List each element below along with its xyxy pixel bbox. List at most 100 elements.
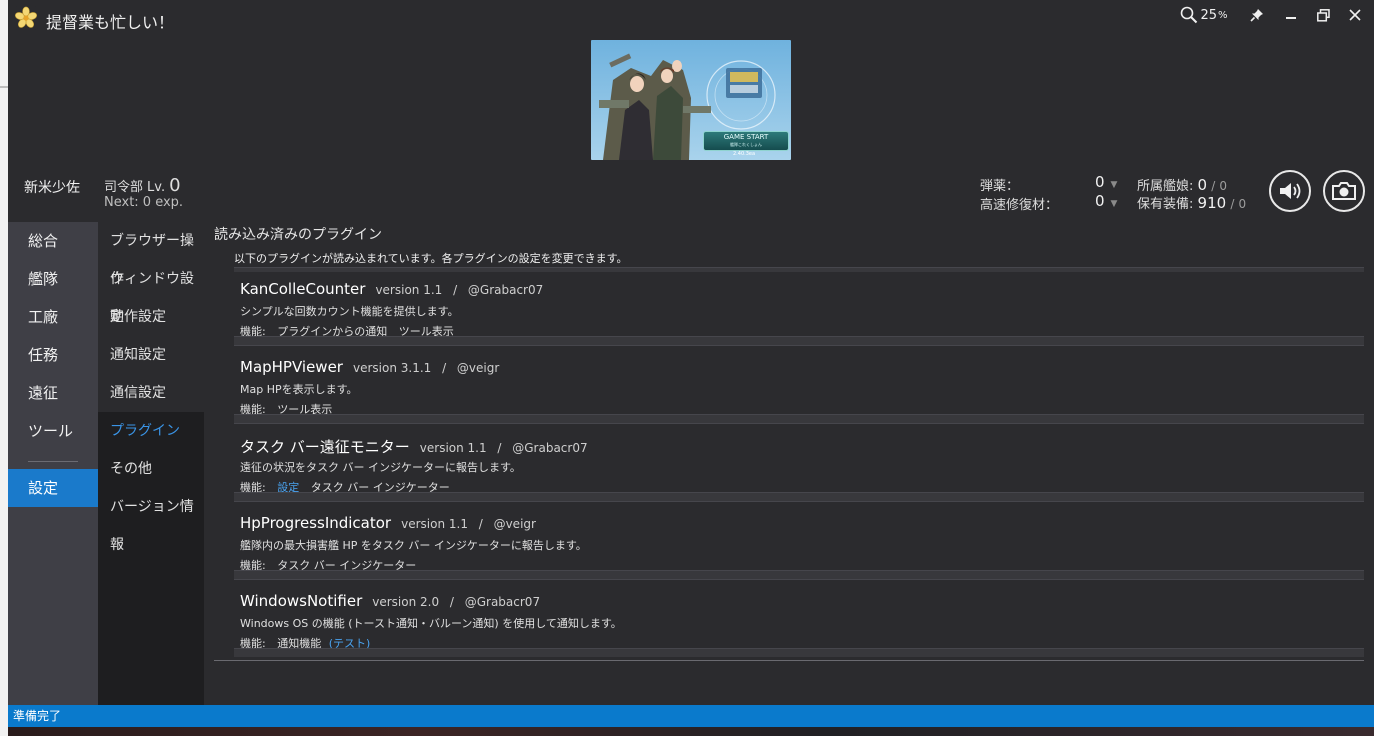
- zoom-control[interactable]: 25 %: [1176, 3, 1232, 27]
- nav-item-expedition[interactable]: 遠征: [8, 374, 98, 412]
- settings-nav-network[interactable]: 通信設定: [98, 374, 204, 412]
- ammo-value: 0: [1095, 173, 1105, 191]
- plugin-author: @Grabacr07: [464, 595, 541, 609]
- plugin-list[interactable]: KanColleCounter version 1.1 / @Grabacr07 …: [234, 267, 1364, 657]
- ships-value: 0: [1197, 176, 1208, 194]
- chevron-down-icon: ▼: [1110, 199, 1118, 209]
- level-value: 0: [169, 175, 181, 196]
- nav-item-tools[interactable]: ツール: [8, 412, 98, 450]
- plugin-title: MapHPViewer version 3.1.1 / @veigr: [240, 358, 499, 376]
- minimize-button[interactable]: [1278, 3, 1304, 27]
- plugin-description: Map HPを表示します。: [240, 383, 358, 396]
- plugin-description: 遠征の状況をタスク バー インジケーターに報告します。: [240, 461, 521, 474]
- plugin-version: version 2.0: [372, 595, 440, 609]
- repair-value: 0: [1095, 192, 1105, 210]
- camera-icon: [1332, 182, 1356, 200]
- settings-nav-plugins[interactable]: プラグイン: [98, 412, 204, 450]
- settings-nav-other[interactable]: その他: [98, 450, 204, 488]
- plugin-sep: /: [453, 283, 458, 297]
- plugin-title: KanColleCounter version 1.1 / @Grabacr07: [240, 280, 543, 298]
- plugin-name: MapHPViewer: [240, 358, 343, 376]
- restore-button[interactable]: [1310, 3, 1336, 27]
- left-edge-strip: [0, 0, 8, 736]
- nav-item-quests[interactable]: 任務: [8, 336, 98, 374]
- ammo-label: 弾薬：: [980, 179, 1020, 194]
- zoom-value: 25: [1200, 7, 1218, 23]
- nav-item-settings[interactable]: 設定: [8, 469, 98, 507]
- settings-nav-version[interactable]: バージョン情報: [98, 488, 204, 553]
- nav-item-fleet[interactable]: 艦隊: [8, 260, 98, 298]
- content-bottom-divider: [214, 660, 1364, 661]
- plugin-title: HpProgressIndicator version 1.1 / @veigr: [240, 514, 536, 532]
- game-start-button[interactable]: GAME START 艦隊これくしょん: [703, 131, 789, 151]
- plugin-name: KanColleCounter: [240, 280, 366, 298]
- pin-icon: [1250, 9, 1263, 22]
- speaker-icon: [1280, 183, 1301, 199]
- equip-label: 保有装備:: [1137, 197, 1194, 212]
- plugin-version: version 3.1.1: [352, 361, 432, 375]
- background-strip: [8, 727, 1374, 736]
- settings-nav-notification[interactable]: 通知設定: [98, 336, 204, 374]
- nav-item-overview[interactable]: 総合: [8, 222, 98, 260]
- repair-label: 高速修復材：: [980, 198, 1059, 213]
- level-label: Lv.: [147, 180, 166, 195]
- plugin-name: HpProgressIndicator: [240, 514, 392, 532]
- plugins-panel: 読み込み済みのプラグイン 以下のプラグインが読み込まれています。各プラグインの設…: [214, 222, 1366, 705]
- equip-value: 910: [1197, 194, 1227, 212]
- equip-max: 0: [1238, 197, 1247, 211]
- game-start-subtitle: 艦隊これくしょん: [730, 142, 762, 147]
- pin-button[interactable]: [1244, 3, 1270, 27]
- plugin-author: @veigr: [493, 517, 536, 531]
- close-button[interactable]: [1342, 3, 1368, 27]
- plugin-title: タスク バー遠征モニター version 1.1 / @Grabacr07: [240, 436, 588, 457]
- plugin-description: Windows OS の機能 (トースト通知・バルーン通知) を使用して通知しま…: [240, 617, 622, 630]
- settings-nav-behavior[interactable]: 動作設定: [98, 298, 204, 336]
- settings-nav-window[interactable]: ウィンドウ設定: [98, 260, 204, 325]
- primary-nav: 総合 艦隊 工廠 任務 遠征 ツール 設定: [8, 222, 98, 705]
- plugin-author: @Grabacr07: [467, 283, 544, 297]
- game-banner[interactable]: GAME START 艦隊これくしょん 2.40.3ea: [591, 40, 791, 160]
- equipment-count: 保有装備: 910 / 0: [1137, 193, 1246, 212]
- section-title: 読み込み済みのプラグイン: [214, 227, 382, 243]
- settings-nav: ブラウザー操作 ウィンドウ設定 動作設定 通知設定 通信設定 プラグイン その他…: [98, 222, 204, 705]
- plugin-sep: /: [497, 441, 502, 455]
- hq-level: 司令部 Lv. 0: [104, 175, 181, 196]
- ammo-value-group[interactable]: 0 ▼: [1095, 173, 1117, 191]
- nav-item-arsenal[interactable]: 工廠: [8, 298, 98, 336]
- plugin-version: version 1.1: [419, 441, 487, 455]
- plugin-sep: /: [478, 517, 483, 531]
- admiral-name: 新米少佐: [24, 180, 80, 196]
- nav-divider: [28, 461, 78, 462]
- equip-sep: /: [1230, 197, 1235, 211]
- plugin-description: シンプルな回数カウント機能を提供します。: [240, 305, 459, 318]
- plugin-author: @Grabacr07: [512, 441, 588, 455]
- section-description: 以下のプラグインが読み込まれています。各プラグインの設定を変更できます。: [234, 252, 628, 265]
- app-window: 提督業も忙しい！ 25 % GAME START 艦隊これくしょん 2.40.3…: [8, 0, 1374, 736]
- plugin-name: タスク バー遠征モニター: [240, 438, 410, 456]
- plugin-sep: /: [442, 361, 447, 375]
- plugin-item: WindowsNotifier version 2.0 / @Grabacr07 …: [234, 579, 1364, 657]
- plugin-item: MapHPViewer version 3.1.1 / @veigr Map HP…: [234, 345, 1364, 423]
- close-icon: [1349, 9, 1361, 21]
- status-bar: 準備完了: [8, 705, 1374, 727]
- plugin-version: version 1.1: [401, 517, 468, 531]
- chevron-down-icon: ▼: [1110, 180, 1118, 190]
- repair-value-group[interactable]: 0 ▼: [1095, 192, 1117, 210]
- game-version: 2.40.3ea: [733, 151, 756, 157]
- magnifier-icon: [1181, 6, 1198, 24]
- volume-button[interactable]: [1269, 170, 1311, 212]
- screenshot-button[interactable]: [1323, 170, 1365, 212]
- settings-nav-browser[interactable]: ブラウザー操作: [98, 222, 204, 287]
- ships-count: 所属艦娘: 0 / 0: [1137, 175, 1227, 194]
- plugin-item: HpProgressIndicator version 1.1 / @veigr …: [234, 501, 1364, 579]
- next-exp: Next: 0 exp.: [104, 195, 184, 210]
- app-title: 提督業も忙しい！: [46, 13, 175, 32]
- ships-sep: /: [1211, 179, 1216, 193]
- zoom-unit: %: [1218, 9, 1228, 21]
- plugin-description: 艦隊内の最大損害艦 HP をタスク バー インジケーターに報告します。: [240, 539, 587, 552]
- plugin-item: タスク バー遠征モニター version 1.1 / @Grabacr07 遠征の…: [234, 423, 1364, 501]
- ships-label: 所属艦娘:: [1137, 179, 1194, 194]
- hq-label: 司令部: [104, 180, 144, 195]
- minimize-icon: [1286, 17, 1296, 19]
- flower-icon: [14, 6, 38, 30]
